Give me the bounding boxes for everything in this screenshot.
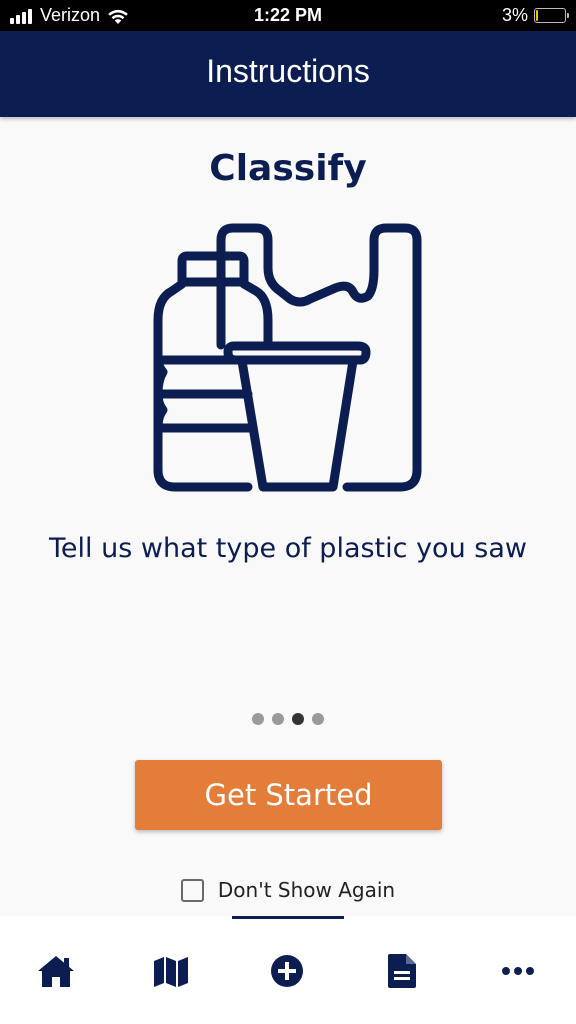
document-icon bbox=[388, 954, 416, 988]
tab-reports[interactable] bbox=[372, 946, 432, 996]
page-indicator[interactable] bbox=[0, 713, 576, 725]
tab-map[interactable] bbox=[141, 946, 201, 996]
page-title: Instructions bbox=[206, 53, 370, 89]
page-dot[interactable] bbox=[292, 713, 304, 725]
map-icon bbox=[154, 957, 188, 987]
navigation-header: Instructions bbox=[0, 31, 576, 117]
status-bar: Verizon 1:22 PM 3% bbox=[0, 0, 576, 31]
battery-percent: 3% bbox=[501, 5, 528, 25]
selected-tab-indicator bbox=[232, 916, 344, 919]
page-dot[interactable] bbox=[252, 713, 264, 725]
page-dot[interactable] bbox=[272, 713, 284, 725]
page-dot[interactable] bbox=[312, 713, 324, 725]
battery-icon bbox=[534, 8, 569, 23]
tab-add[interactable] bbox=[257, 946, 317, 996]
dont-show-again-row[interactable]: Don't Show Again bbox=[0, 878, 576, 902]
tab-bar bbox=[0, 916, 576, 1024]
plastic-items-icon bbox=[153, 223, 422, 492]
battery-level-fill bbox=[536, 10, 539, 21]
status-right: 3% bbox=[501, 5, 569, 26]
get-started-button[interactable]: Get Started bbox=[135, 760, 442, 830]
add-circle-icon bbox=[271, 955, 303, 987]
dont-show-again-label[interactable]: Don't Show Again bbox=[218, 878, 395, 902]
home-icon bbox=[38, 956, 74, 987]
instructions-screen: Verizon 1:22 PM 3% Instructions Classify bbox=[0, 0, 576, 1024]
onboarding-description: Tell us what type of plastic you saw bbox=[49, 533, 527, 564]
onboarding-heading: Classify bbox=[209, 148, 367, 189]
tab-home[interactable] bbox=[26, 946, 86, 996]
more-icon bbox=[502, 967, 534, 975]
tab-more[interactable] bbox=[488, 946, 548, 996]
dont-show-again-checkbox[interactable] bbox=[180, 878, 204, 902]
clock: 1:22 PM bbox=[253, 5, 323, 25]
